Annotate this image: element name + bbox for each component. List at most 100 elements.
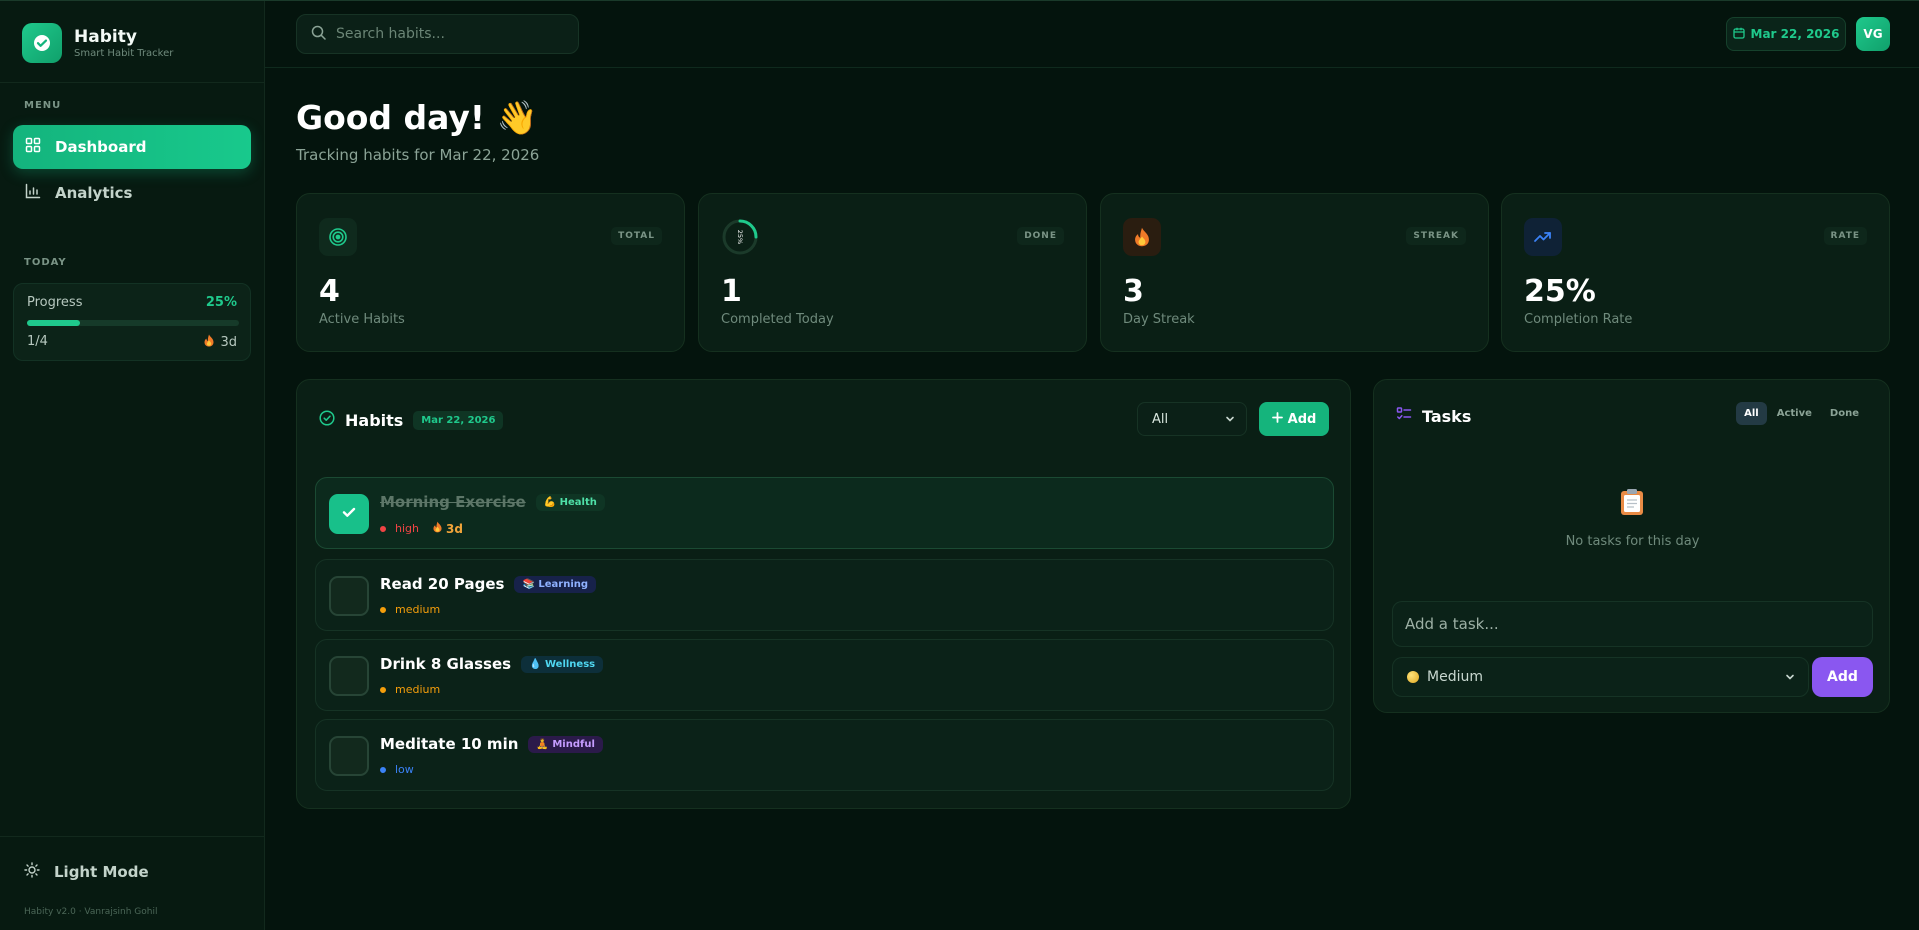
stat-value: 3: [1123, 274, 1144, 309]
habit-checkbox[interactable]: [329, 736, 369, 776]
search-box[interactable]: [296, 14, 579, 54]
sun-icon: [24, 862, 40, 882]
brand-tagline: Smart Habit Tracker: [74, 47, 174, 59]
flame-icon: [1123, 218, 1161, 256]
habit-checkbox[interactable]: [329, 494, 369, 534]
flame-icon: [433, 521, 442, 536]
category-badge: 📚 Learning: [514, 575, 597, 593]
sidebar: Habity Smart Habit Tracker MENU Dashboar…: [0, 1, 265, 930]
app-logo-icon: [22, 23, 62, 63]
stat-tag: RATE: [1823, 227, 1867, 245]
tasks-panel-header: Tasks: [1396, 406, 1471, 426]
progress-percent: 25%: [205, 295, 237, 310]
add-habit-button[interactable]: Add: [1259, 402, 1329, 436]
progress-streak-value: 3d: [220, 335, 237, 350]
brand-name: Habity: [74, 26, 137, 47]
priority-label: low: [395, 763, 414, 776]
empty-state-text: No tasks for this day: [1565, 534, 1700, 549]
checklist-icon: [1396, 406, 1412, 426]
habit-row[interactable]: Drink 8 Glasses 💧 Wellness medium: [315, 639, 1334, 711]
tab-active[interactable]: Active: [1769, 402, 1820, 425]
search-icon: [311, 25, 326, 44]
progress-streak: 3d: [204, 334, 237, 351]
progress-bar-fill: [27, 320, 80, 326]
priority-medium-icon: [1407, 671, 1419, 683]
calendar-icon: [1732, 27, 1745, 42]
priority-label: medium: [395, 683, 441, 696]
habit-checkbox[interactable]: [329, 576, 369, 616]
grid-icon: [25, 137, 41, 157]
habit-name: Meditate 10 min: [380, 735, 519, 753]
priority-value: Medium: [1427, 669, 1483, 685]
sidebar-divider: [0, 82, 265, 83]
tab-all[interactable]: All: [1736, 402, 1767, 425]
stat-tag: STREAK: [1406, 227, 1466, 245]
habits-panel: Habits Mar 22, 2026 All Add Morning Exer…: [296, 379, 1351, 809]
habit-filter-select[interactable]: All: [1137, 402, 1247, 436]
check-circle-icon: [319, 410, 335, 430]
page-title: Good day! 👋: [296, 98, 538, 137]
habit-name: Drink 8 Glasses: [380, 655, 512, 673]
brand[interactable]: Habity Smart Habit Tracker: [22, 23, 173, 63]
stat-value: 4: [319, 274, 340, 309]
checkmark-icon: [340, 503, 358, 525]
add-habit-label: Add: [1287, 411, 1317, 427]
search-input[interactable]: [336, 26, 566, 42]
app-version: Habity v2.0 · Vanrajsinh Gohil: [24, 907, 158, 917]
chevron-down-icon: [1784, 671, 1796, 687]
priority-dot: [380, 606, 386, 613]
habit-row[interactable]: Morning Exercise 💪 Health high 3d: [315, 477, 1334, 549]
stat-card-done: 25% DONE 1 Completed Today: [698, 193, 1087, 352]
tasks-panel-title: Tasks: [1422, 406, 1472, 426]
category-badge: 🧘 Mindful: [528, 735, 603, 753]
habit-meta: medium: [380, 603, 440, 616]
priority-label: medium: [395, 603, 441, 616]
stat-card-streak: STREAK 3 Day Streak: [1100, 193, 1489, 352]
sidebar-item-dashboard[interactable]: Dashboard: [13, 125, 251, 169]
habit-checkbox[interactable]: [329, 656, 369, 696]
habit-streak: 3d: [433, 521, 463, 536]
sidebar-item-label: Analytics: [55, 184, 133, 202]
habits-date-badge: Mar 22, 2026: [413, 410, 504, 430]
habit-title: Meditate 10 min 🧘 Mindful: [380, 735, 603, 753]
habit-name: Morning Exercise: [380, 493, 526, 511]
task-input[interactable]: [1392, 601, 1873, 647]
priority-dot: [380, 686, 386, 693]
task-filter-tabs: All Active Done: [1734, 402, 1867, 425]
clipboard-icon: [1620, 488, 1644, 520]
habits-panel-title: Habits: [345, 410, 404, 430]
habit-meta: low: [380, 763, 414, 776]
progress-ring-icon: 25%: [721, 218, 759, 256]
progress-label: Progress: [27, 295, 83, 310]
tasks-panel: Tasks All Active Done No tasks for this …: [1373, 379, 1890, 713]
add-task-button[interactable]: Add: [1812, 657, 1873, 697]
sidebar-item-analytics[interactable]: Analytics: [13, 171, 251, 215]
stat-tag: DONE: [1017, 227, 1064, 245]
stat-card-total: TOTAL 4 Active Habits: [296, 193, 685, 352]
habit-title: Morning Exercise 💪 Health: [380, 493, 605, 511]
stat-tag: TOTAL: [611, 227, 662, 245]
tab-done[interactable]: Done: [1822, 402, 1867, 425]
date-picker-button[interactable]: Mar 22, 2026: [1726, 17, 1846, 51]
task-priority-select[interactable]: Medium: [1392, 657, 1809, 697]
progress-bar: [27, 320, 239, 326]
stat-card-rate: RATE 25% Completion Rate: [1501, 193, 1890, 352]
page-subtitle: Tracking habits for Mar 22, 2026: [296, 146, 540, 164]
habits-panel-header: Habits Mar 22, 2026: [319, 410, 504, 430]
light-mode-toggle[interactable]: Light Mode: [24, 862, 149, 882]
priority-dot: [380, 766, 386, 773]
habit-title: Read 20 Pages 📚 Learning: [380, 575, 597, 593]
flame-icon: [204, 334, 214, 351]
user-avatar[interactable]: VG: [1856, 17, 1890, 51]
habit-row[interactable]: Meditate 10 min 🧘 Mindful low: [315, 719, 1334, 791]
habit-title: Drink 8 Glasses 💧 Wellness: [380, 655, 604, 673]
sidebar-divider: [0, 836, 265, 837]
today-progress-card: Progress 25% 1/4 3d: [13, 283, 251, 361]
stat-label: Active Habits: [319, 312, 405, 327]
category-badge: 💪 Health: [535, 493, 605, 511]
habit-row[interactable]: Read 20 Pages 📚 Learning medium: [315, 559, 1334, 631]
stat-value: 25%: [1524, 274, 1596, 309]
stat-label: Completion Rate: [1524, 312, 1633, 327]
progress-count: 1/4: [27, 334, 48, 349]
filter-value: All: [1152, 411, 1169, 427]
